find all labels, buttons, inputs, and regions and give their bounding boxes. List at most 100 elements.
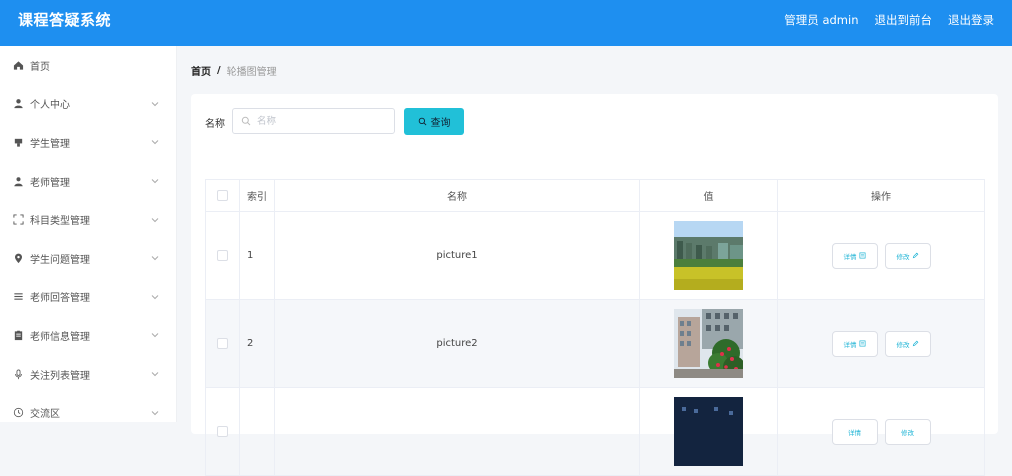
- header-name: 名称: [275, 180, 640, 211]
- detail-button[interactable]: 详情: [831, 242, 878, 269]
- row-checkbox-cell: [206, 212, 240, 299]
- row-image-cell: [640, 388, 778, 475]
- row-checkbox-cell: [206, 388, 240, 475]
- edit-button[interactable]: 修改: [884, 418, 931, 445]
- document-icon: [859, 340, 865, 347]
- app-title: 课程答疑系统: [18, 11, 112, 29]
- row-checkbox-cell: [206, 300, 240, 387]
- header-actions: 操作: [778, 180, 985, 211]
- row-index: 1: [240, 212, 275, 299]
- row-actions: 详情 修改: [778, 388, 985, 475]
- user-icon: [12, 98, 24, 110]
- list-icon: [12, 291, 24, 303]
- search-input[interactable]: [255, 114, 389, 128]
- sidebar-item-teacher-answer-management[interactable]: 老师回答管理: [0, 278, 176, 317]
- top-actions: 管理员 admin 退出到前台 退出登录: [784, 0, 994, 40]
- carousel-image-thumbnail[interactable]: [674, 221, 743, 290]
- chevron-down-icon: [151, 410, 159, 415]
- edit-button[interactable]: 修改: [884, 330, 931, 357]
- edit-icon: [912, 252, 918, 259]
- header-index: 索引: [240, 180, 275, 211]
- row-index: 2: [240, 300, 275, 387]
- search-field[interactable]: [232, 108, 395, 134]
- sidebar-item-label: 老师回答管理: [30, 293, 90, 305]
- detail-button-label: 详情: [843, 340, 857, 349]
- chevron-down-icon: [151, 140, 159, 145]
- detail-button-label: 详情: [843, 252, 857, 261]
- carousel-image-thumbnail[interactable]: [674, 397, 743, 466]
- header-value: 值: [640, 180, 778, 211]
- row-actions: 详情 修改: [778, 212, 985, 299]
- edit-button-label: 修改: [896, 252, 910, 261]
- logout-link[interactable]: 退出登录: [948, 0, 994, 40]
- chevron-down-icon: [151, 372, 159, 377]
- sidebar-item-label: 关注列表管理: [30, 370, 90, 382]
- table-row: 2 picture2 详情 修改: [206, 300, 985, 388]
- document-icon: [859, 252, 865, 259]
- carousel-table: 索引 名称 值 操作 1 picture1 详情 修改 2 picture2 详…: [205, 179, 985, 476]
- row-actions: 详情 修改: [778, 300, 985, 387]
- sidebar-item-student-management[interactable]: 学生管理: [0, 123, 176, 162]
- breadcrumb-current: 轮播图管理: [226, 67, 277, 78]
- search-icon: [241, 116, 251, 126]
- header-checkbox-cell: [206, 180, 240, 211]
- student-icon: [12, 136, 24, 148]
- chevron-down-icon: [151, 217, 159, 222]
- row-index: [240, 388, 275, 475]
- row-checkbox[interactable]: [217, 338, 228, 349]
- query-button-label: 查询: [430, 118, 451, 129]
- sidebar-item-home[interactable]: 首页: [0, 46, 176, 85]
- sidebar-item-label: 学生管理: [30, 138, 70, 150]
- exit-to-frontend-link[interactable]: 退出到前台: [875, 0, 933, 40]
- chevron-down-icon: [151, 179, 159, 184]
- search-icon: [418, 117, 426, 126]
- sidebar-item-follow-list-management[interactable]: 关注列表管理: [0, 355, 176, 394]
- select-all-checkbox[interactable]: [217, 190, 228, 201]
- edit-button-label: 修改: [896, 340, 910, 349]
- row-checkbox[interactable]: [217, 426, 228, 437]
- teacher-icon: [12, 175, 24, 187]
- detail-button[interactable]: 详情: [831, 330, 878, 357]
- sidebar-item-subject-type-management[interactable]: 科目类型管理: [0, 200, 176, 239]
- location-icon: [12, 252, 24, 264]
- row-checkbox[interactable]: [217, 250, 228, 261]
- admin-user-link[interactable]: 管理员 admin: [784, 0, 858, 40]
- table-row: 详情 修改: [206, 388, 985, 476]
- sidebar-item-teacher-management[interactable]: 老师管理: [0, 162, 176, 201]
- sidebar-item-label: 科目类型管理: [30, 216, 90, 228]
- table-header-row: 索引 名称 值 操作: [206, 180, 985, 212]
- carousel-image-thumbnail[interactable]: [674, 309, 743, 378]
- table-row: 1 picture1 详情 修改: [206, 212, 985, 300]
- detail-button[interactable]: 详情: [831, 418, 878, 445]
- content-panel: 名称 查询 索引 名称 值 操作 1 picture1: [191, 94, 998, 476]
- sidebar-item-student-question-management[interactable]: 学生问题管理: [0, 239, 176, 278]
- query-button[interactable]: 查询: [404, 108, 464, 135]
- chevron-down-icon: [151, 256, 159, 261]
- search-label: 名称: [205, 119, 225, 130]
- sidebar-item-forum[interactable]: 交流区: [0, 393, 176, 432]
- top-bar: 课程答疑系统 管理员 admin 退出到前台 退出登录: [0, 0, 1012, 46]
- sidebar: 首页 个人中心 学生管理 老师管理 科目类型管理 学生问题管理 老师回答管理 老…: [0, 46, 177, 422]
- microphone-icon: [12, 368, 24, 380]
- frame-icon: [12, 214, 24, 226]
- detail-button-label: 详情: [848, 428, 861, 437]
- edit-button-label: 修改: [901, 428, 914, 437]
- sidebar-item-label: 个人中心: [30, 100, 70, 112]
- row-name: picture2: [275, 300, 640, 387]
- home-icon: [12, 59, 24, 71]
- breadcrumb: 首页 / 轮播图管理: [191, 63, 277, 78]
- sidebar-item-label: 老师管理: [30, 177, 70, 189]
- sidebar-item-label: 首页: [30, 61, 50, 73]
- clock-icon: [12, 407, 24, 419]
- row-image-cell: [640, 300, 778, 387]
- sidebar-item-personal-center[interactable]: 个人中心: [0, 85, 176, 124]
- edit-button[interactable]: 修改: [884, 242, 931, 269]
- edit-icon: [912, 340, 918, 347]
- sidebar-item-label: 学生问题管理: [30, 254, 90, 266]
- sidebar-item-teacher-info-management[interactable]: 老师信息管理: [0, 316, 176, 355]
- chevron-down-icon: [151, 333, 159, 338]
- row-name: [275, 388, 640, 475]
- chevron-down-icon: [151, 102, 159, 107]
- breadcrumb-home[interactable]: 首页: [191, 63, 211, 78]
- sidebar-item-label: 交流区: [30, 409, 60, 421]
